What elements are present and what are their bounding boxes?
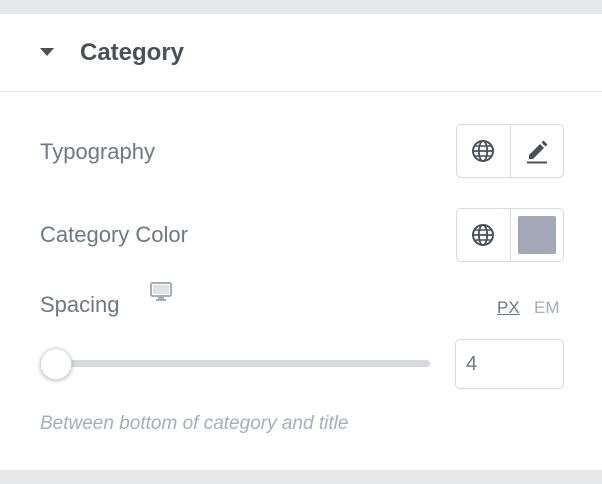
color-swatch [517, 216, 556, 254]
pencil-icon [526, 140, 548, 164]
section-title: Category [80, 39, 185, 66]
spacing-value-input[interactable] [455, 339, 564, 389]
globe-icon [472, 140, 495, 162]
category-color-global-button[interactable] [457, 209, 510, 261]
spacing-label: Spacing [40, 292, 120, 317]
unit-px-toggle[interactable]: PX [497, 298, 520, 318]
unit-em-toggle[interactable]: EM [534, 298, 560, 318]
category-color-label: Category Color [40, 222, 188, 247]
typography-label: Typography [40, 139, 155, 164]
section-header-category[interactable]: Category [0, 14, 602, 92]
typography-global-button[interactable] [457, 125, 510, 177]
category-color-controls [456, 208, 564, 262]
globe-icon [472, 224, 495, 246]
spacing-help-text: Between bottom of category and title [40, 413, 349, 434]
desktop-monitor-icon[interactable] [150, 282, 172, 302]
typography-controls [456, 124, 564, 178]
style-panel: Category Typography Category Color Spaci… [0, 14, 602, 470]
spacing-slider-handle[interactable] [40, 348, 72, 380]
caret-down-icon[interactable] [40, 48, 54, 56]
typography-edit-button[interactable] [509, 125, 563, 177]
category-color-picker-button[interactable] [509, 209, 563, 261]
spacing-slider-track[interactable] [56, 360, 430, 367]
